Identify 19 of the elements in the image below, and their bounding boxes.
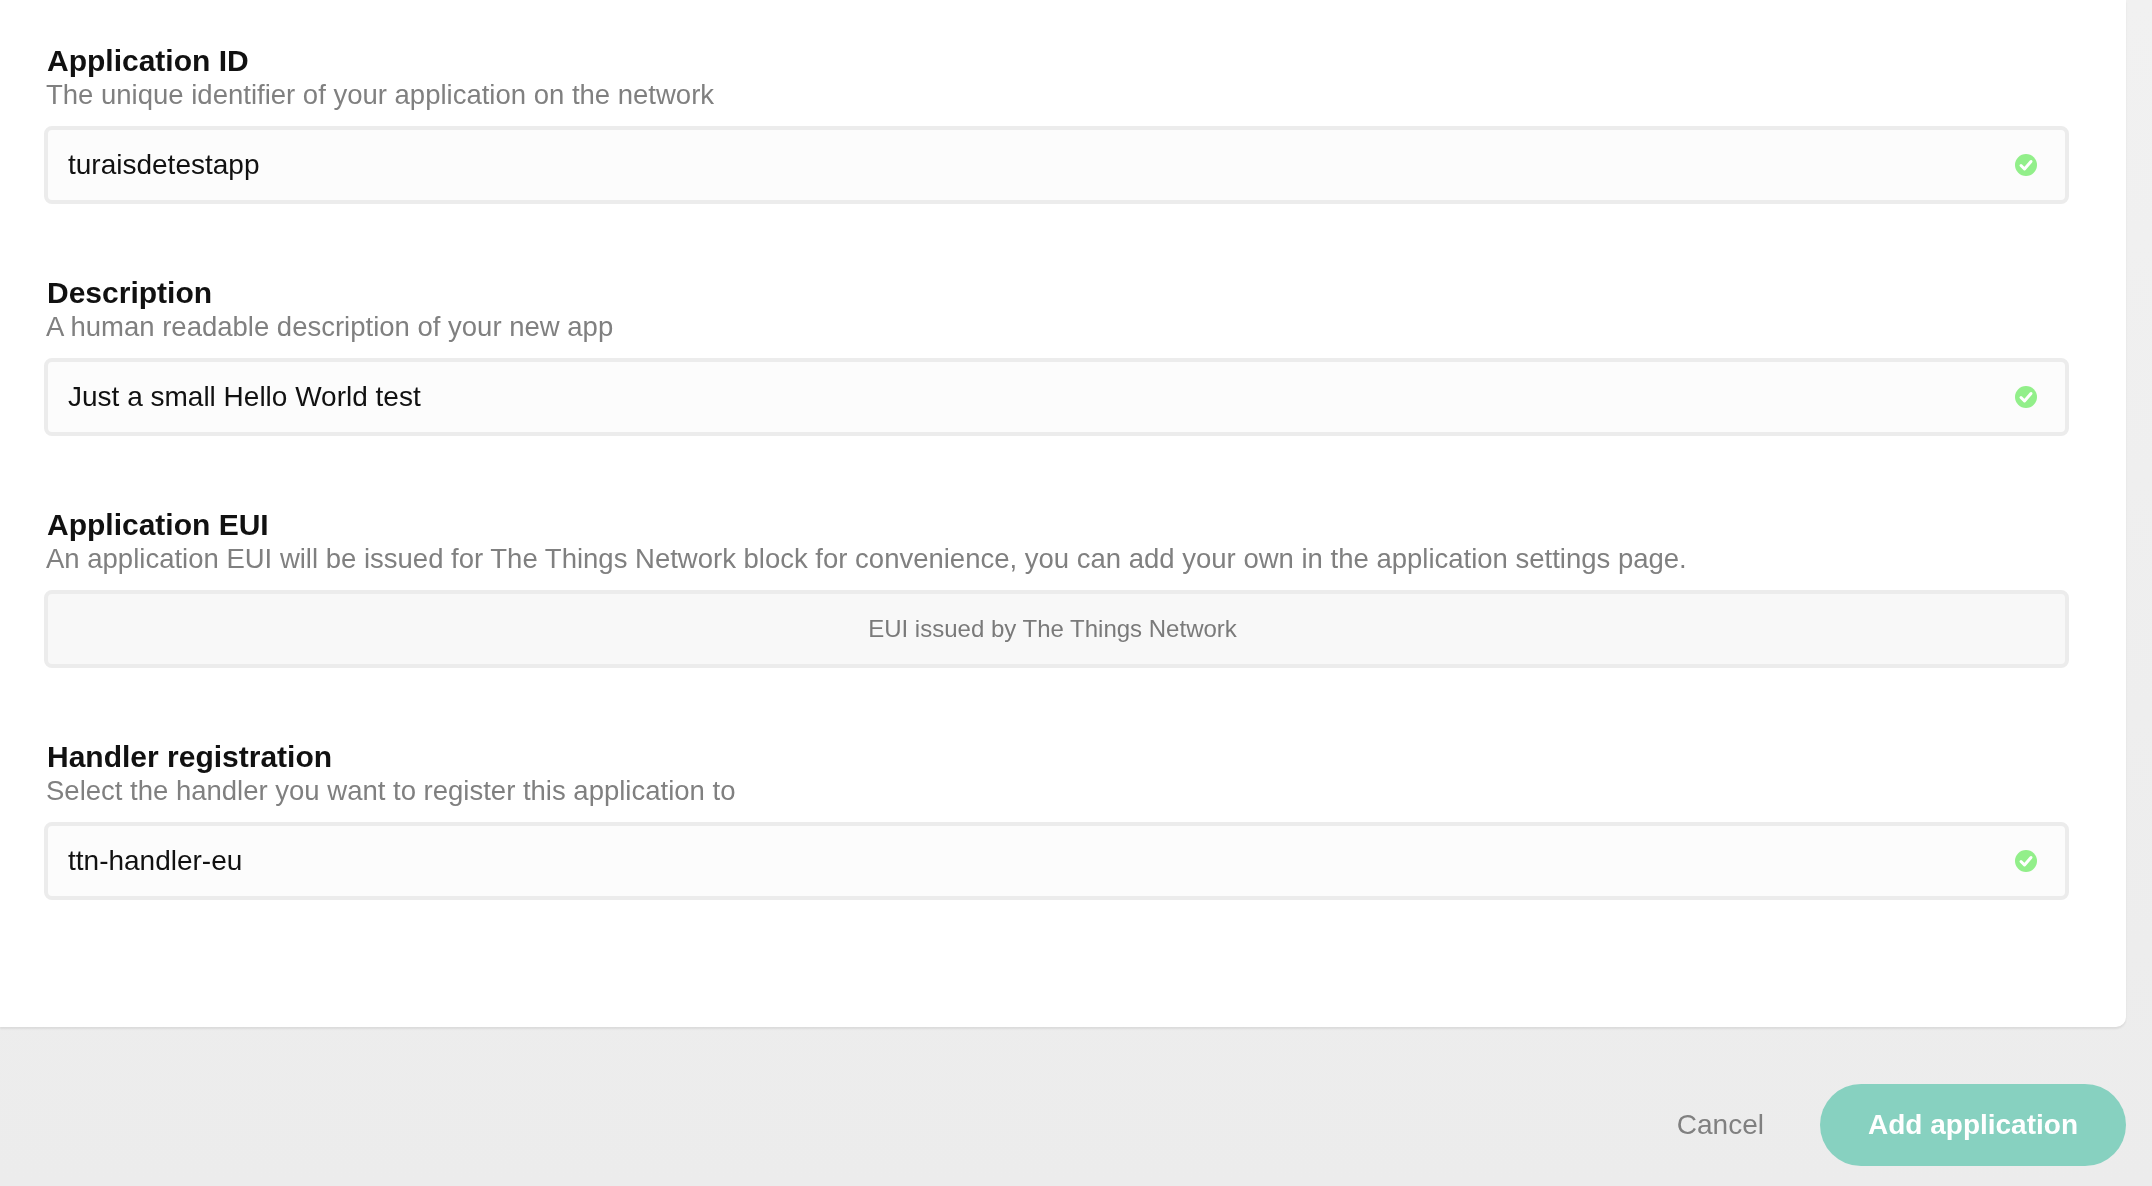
check-icon xyxy=(2015,850,2037,872)
field-value: Just a small Hello World test xyxy=(68,381,421,413)
field-description: A human readable description of your new app xyxy=(46,310,615,344)
field-description: The unique identifier of your application on the network xyxy=(46,78,716,112)
check-icon xyxy=(2015,154,2037,176)
field-label: Handler registration xyxy=(47,740,334,774)
field-label: Application EUI xyxy=(47,508,270,542)
field-label: Application ID xyxy=(47,44,250,78)
input-field[interactable]: EUI issued by The Things Network xyxy=(44,590,2069,668)
check-icon xyxy=(2015,386,2037,408)
field-description: An application EUI will be issued for The Things Network block for convenience, you can add your own in the application settings page. xyxy=(46,542,1688,576)
field-description: Select the handler you want to register this application to xyxy=(46,774,737,808)
placeholder-text: EUI issued by The Things Network xyxy=(868,615,1237,643)
field-value: turaisdetestapp xyxy=(68,149,260,181)
input-field[interactable]: turaisdetestapp xyxy=(44,126,2069,204)
input-field[interactable]: ttn-handler-eu xyxy=(44,822,2069,900)
field-label: Description xyxy=(47,276,214,310)
field-value: ttn-handler-eu xyxy=(68,845,243,877)
input-field[interactable]: Just a small Hello World test xyxy=(44,358,2069,436)
